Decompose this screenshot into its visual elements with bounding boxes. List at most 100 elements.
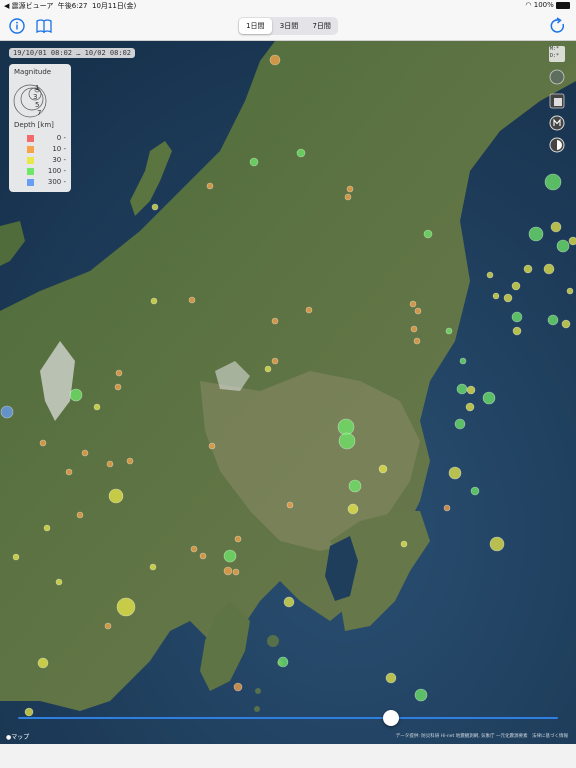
magnitude-filter-button[interactable] (549, 115, 565, 131)
data-credits: データ提供: 防災科研 Hi-net 地震観測網, 気象庁 一元化震源要素 法律… (395, 734, 568, 739)
epicenter-marker (234, 535, 242, 543)
layer-icon (549, 93, 565, 109)
epicenter-marker (511, 281, 521, 291)
status-bar: ◀ 震源ビューア 午後6:27 10月11日(金) ◠ 100% (0, 0, 576, 12)
epicenter-marker (115, 369, 123, 377)
epicenter-marker (199, 552, 207, 560)
epicenter-marker (271, 317, 279, 325)
depth-row: 30 - (27, 156, 73, 164)
epicenter-marker (470, 486, 480, 496)
map-filter-keys[interactable]: M:* D:* (549, 46, 565, 62)
battery-percent: 100% (533, 1, 554, 9)
epicenter-marker (0, 405, 14, 419)
depth-row: 10 - (27, 145, 73, 153)
epicenter-marker (547, 314, 559, 326)
epicenter-marker (151, 203, 159, 211)
book-button[interactable] (33, 15, 55, 37)
epicenter-marker (489, 536, 505, 552)
depth-row: 300 - (27, 178, 73, 186)
epicenter-marker (445, 327, 453, 335)
epicenter-marker (81, 449, 89, 457)
epicenter-marker (448, 466, 462, 480)
map-layer-button[interactable] (549, 93, 565, 109)
time-slider-thumb[interactable] (382, 710, 399, 726)
epicenter-marker (556, 239, 570, 253)
epicenter-marker (561, 319, 571, 329)
epicenter-marker (108, 488, 124, 504)
tab-7days[interactable]: 7日間 (305, 17, 338, 35)
epicenter-marker (232, 568, 240, 576)
period-segmented-control: 1日間 3日間 7日間 (238, 17, 338, 35)
epicenter-marker (344, 193, 352, 201)
epicenter-marker (283, 596, 295, 608)
epicenter-marker (347, 503, 359, 515)
epicenter-marker (93, 403, 101, 411)
magnitude-label-7: 7 (37, 109, 42, 117)
epicenter-marker (76, 511, 84, 519)
epicenter-marker (492, 292, 500, 300)
tab-1day[interactable]: 1日間 (239, 18, 272, 34)
epicenter-marker (410, 325, 418, 333)
epicenter-marker (523, 264, 533, 274)
epicenter-marker (503, 293, 513, 303)
epicenter-marker (454, 418, 466, 430)
tab-3days[interactable]: 3日間 (273, 17, 306, 35)
epicenter-marker (271, 357, 279, 365)
back-to-app-link[interactable]: ◀ 震源ビューア (4, 2, 53, 10)
depth-row: 0 - (27, 134, 73, 142)
magnitude-label-1: 1 (35, 84, 40, 92)
epicenter-marker (114, 383, 122, 391)
status-left: ◀ 震源ビューア 午後6:27 10月11日(金) (4, 1, 136, 11)
epicenter-marker (223, 549, 237, 563)
epicenter-marker (24, 707, 34, 717)
epicenter-marker (378, 464, 388, 474)
epicenter-marker (69, 388, 83, 402)
bottom-bar (0, 744, 576, 768)
location-button[interactable] (549, 69, 565, 85)
epicenter-marker (544, 173, 562, 191)
epicenter-marker (277, 656, 289, 668)
info-icon (9, 18, 25, 34)
epicenter-marker (249, 157, 259, 167)
status-date: 10月11日(金) (91, 2, 137, 10)
epicenter-marker (511, 311, 523, 323)
location-icon (549, 69, 565, 85)
epicenter-marker (106, 460, 114, 468)
satellite-map-background (0, 41, 576, 744)
epicenter-marker (400, 540, 408, 548)
epicenter-marker (116, 597, 136, 617)
book-icon (36, 19, 52, 34)
epicenter-marker (338, 432, 356, 450)
refresh-button[interactable] (547, 15, 569, 37)
epicenter-marker (223, 566, 233, 576)
epicenter-marker (465, 402, 475, 412)
epicenter-marker (208, 442, 216, 450)
legend-panel: Magnitude 1 3 5 7 Depth [km] 0 - 10 - 30… (9, 64, 71, 192)
epicenter-marker (150, 297, 158, 305)
epicenter-marker (482, 391, 496, 405)
depth-row: 100 - (27, 167, 73, 175)
info-button[interactable] (6, 15, 28, 37)
epicenter-marker (104, 622, 112, 630)
m-circle-icon (549, 115, 565, 131)
epicenter-marker (286, 501, 294, 509)
epicenter-marker (296, 148, 306, 158)
earthquake-map[interactable]: 19/10/01 08:02 … 10/02 08:02 Magnitude 1… (0, 41, 576, 744)
contrast-toggle-button[interactable] (549, 137, 565, 153)
epicenter-marker (126, 457, 134, 465)
time-slider-track[interactable] (18, 717, 558, 719)
contrast-icon (549, 137, 565, 153)
status-right: ◠ 100% (525, 1, 570, 9)
epicenter-marker (233, 682, 243, 692)
epicenter-marker (550, 221, 562, 233)
epicenter-marker (65, 468, 73, 476)
epicenter-marker (269, 54, 281, 66)
magnitude-title: Magnitude (14, 68, 52, 76)
epicenter-marker (543, 263, 555, 275)
magnitude-label-3: 3 (33, 93, 38, 101)
epicenter-marker (385, 672, 397, 684)
epicenter-marker (149, 563, 157, 571)
epicenter-marker (409, 300, 417, 308)
epicenter-marker (466, 385, 476, 395)
epicenter-marker (568, 236, 576, 246)
